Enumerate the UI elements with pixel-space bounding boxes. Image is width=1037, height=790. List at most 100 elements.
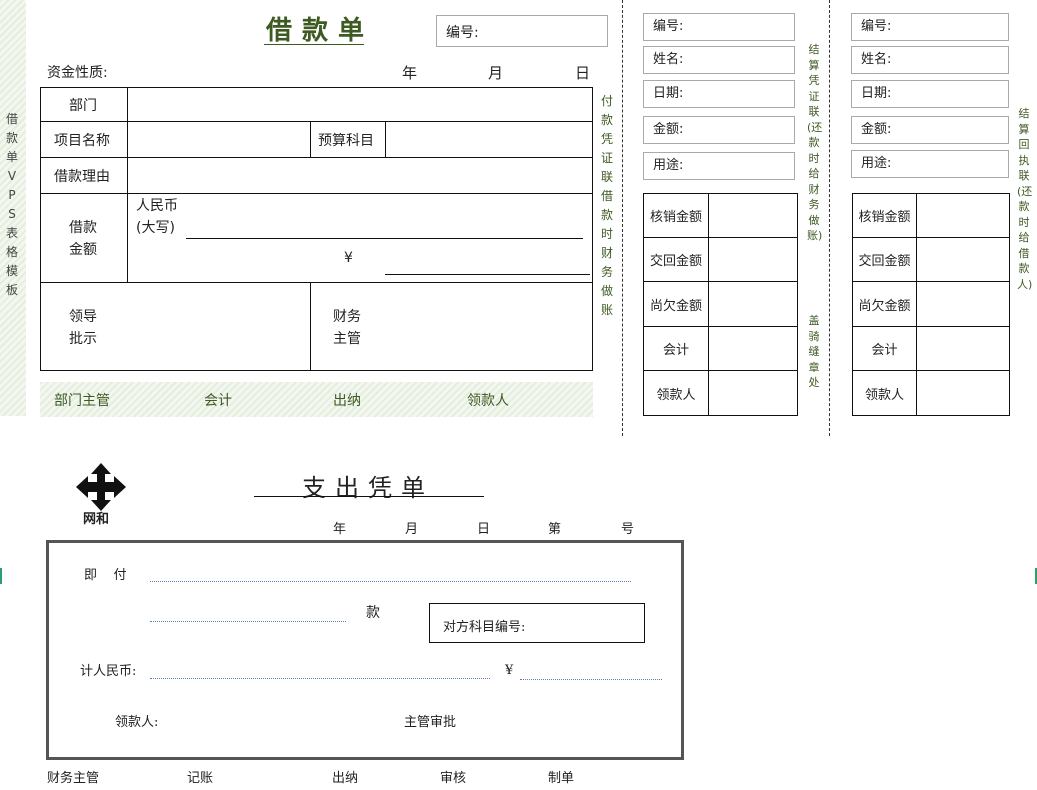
- footer-bookkeeping: 记账: [187, 771, 214, 786]
- receipt-name-field[interactable]: 姓名:: [851, 46, 1009, 74]
- receipt-row-owed-value[interactable]: [916, 281, 1010, 327]
- receipt-row-returned-value[interactable]: [916, 237, 1010, 282]
- receipt-row-returned: 交回金额: [852, 237, 917, 282]
- footer-dept-head: 部门主管: [54, 393, 110, 409]
- receipt-row-accountant-value[interactable]: [916, 326, 1010, 371]
- voucher-side-label-bottom: 盖骑缝章处: [808, 314, 820, 389]
- rmb-caps-label: (大写): [136, 220, 175, 236]
- pay-line[interactable]: [150, 581, 631, 582]
- footer-finance-head: 财务主管: [47, 771, 100, 786]
- move-arrows-logo-icon: [76, 463, 126, 511]
- account-code-label: 对方科目编号:: [443, 620, 526, 635]
- footer-expense-cashier: 出纳: [332, 771, 359, 786]
- receiver-label: 领款人:: [115, 715, 159, 730]
- voucher-row-owed-value[interactable]: [708, 281, 798, 327]
- rmb-caps-line[interactable]: [186, 238, 583, 239]
- reason-field[interactable]: [128, 158, 592, 192]
- kuan-line[interactable]: [150, 621, 346, 622]
- receipt-purpose-field[interactable]: 用途:: [851, 150, 1009, 178]
- finance-label-1: 财务: [333, 309, 361, 325]
- leader-label-1: 领导: [69, 309, 97, 325]
- voucher-stub: 编号: 姓名: 日期: 金额: 用途: 核销金额 交回金额 尚欠金额 会计 领款…: [640, 0, 825, 420]
- loan-form-title: 借款单: [266, 16, 375, 46]
- account-code-box[interactable]: 对方科目编号:: [429, 603, 645, 643]
- expense-date-hao: 号: [621, 522, 635, 537]
- footer-preparer: 制单: [548, 771, 575, 786]
- voucher-date-field[interactable]: 日期:: [643, 80, 795, 108]
- row-divider-3: [40, 193, 593, 194]
- payment-voucher-side-label: 付款凭证联借款时财务做账: [600, 94, 613, 317]
- number-label: 编号:: [446, 25, 479, 41]
- expense-title-underline: [254, 496, 484, 497]
- expense-form: 网和 支出凭单 年 月 日 第 号 即 付 款 对方科目编号: 计人民币: ¥ …: [0, 440, 700, 790]
- receipt-date-field[interactable]: 日期:: [851, 80, 1009, 108]
- perforation-2: [829, 0, 830, 436]
- voucher-row-returned: 交回金额: [643, 237, 709, 282]
- expense-date-month: 月: [405, 522, 419, 537]
- number-box[interactable]: 编号:: [436, 15, 608, 47]
- finance-label-2: 主管: [333, 331, 361, 347]
- rmb-total-line[interactable]: [150, 678, 490, 679]
- loan-footer: [40, 382, 593, 417]
- rmb-total-label: 计人民币:: [80, 664, 137, 679]
- dept-label: 部门: [69, 98, 97, 114]
- voucher-row-accountant-value[interactable]: [708, 326, 798, 371]
- col-divider-budget-1: [310, 121, 311, 157]
- receipt-row-accountant: 会计: [852, 326, 917, 371]
- title-underline: [264, 44, 364, 45]
- receipt-number-field[interactable]: 编号:: [851, 13, 1009, 41]
- receipt-row-writeoff: 核销金额: [852, 193, 917, 238]
- voucher-name-field[interactable]: 姓名:: [643, 46, 795, 74]
- receipt-stub: 编号: 姓名: 日期: 金额: 用途: 核销金额 交回金额 尚欠金额 会计 领款…: [848, 0, 1037, 420]
- perforation-1: [622, 0, 623, 436]
- col-divider-approval: [310, 282, 311, 371]
- budget-label: 预算科目: [318, 133, 374, 149]
- yen-symbol: ¥: [344, 250, 353, 266]
- dept-field[interactable]: [128, 88, 592, 120]
- voucher-purpose-field[interactable]: 用途:: [643, 152, 795, 180]
- receipt-side-label: 结算回执联(还款时给借款人): [1017, 107, 1033, 291]
- budget-field[interactable]: [386, 122, 592, 156]
- date-year: 年: [402, 64, 418, 82]
- receipt-row-owed: 尚欠金额: [852, 281, 917, 327]
- voucher-number-field[interactable]: 编号:: [643, 13, 795, 41]
- project-field[interactable]: [128, 122, 309, 156]
- receipt-amount-field[interactable]: 金额:: [851, 116, 1009, 144]
- receipt-row-receiver: 领款人: [852, 370, 917, 416]
- voucher-row-accountant: 会计: [643, 326, 709, 371]
- voucher-amount-field[interactable]: 金额:: [643, 116, 795, 144]
- voucher-row-writeoff-value[interactable]: [708, 193, 798, 238]
- footer-accountant: 会计: [204, 393, 232, 409]
- expense-form-title: 支出凭单: [302, 474, 434, 502]
- footer-review: 审核: [440, 771, 467, 786]
- footer-cashier: 出纳: [333, 393, 361, 409]
- voucher-row-owed: 尚欠金额: [643, 281, 709, 327]
- approval-label: 主管审批: [404, 715, 457, 730]
- rmb-label: 人民币: [136, 198, 178, 214]
- project-label: 项目名称: [54, 133, 110, 149]
- yen-amount-line[interactable]: [385, 274, 590, 275]
- row-divider-4: [40, 282, 593, 283]
- leader-label-2: 批示: [69, 331, 97, 347]
- voucher-row-receiver-value[interactable]: [708, 370, 798, 416]
- amount-label-1: 借款: [69, 220, 97, 236]
- pay-label: 即 付: [84, 568, 127, 583]
- receipt-row-writeoff-value[interactable]: [916, 193, 1010, 238]
- expense-date-day: 日: [477, 522, 491, 537]
- footer-receiver: 领款人: [467, 393, 509, 409]
- loan-form: 借款单 编号: 资金性质: 年 月 日 部门 项目名称 预算科目 借款理由 借款…: [0, 0, 613, 420]
- expense-yen-symbol: ¥: [505, 663, 514, 678]
- edge-mark-left: [0, 568, 2, 584]
- expense-yen-line[interactable]: [520, 679, 662, 680]
- expense-date-no: 第: [548, 522, 562, 537]
- reason-label: 借款理由: [54, 169, 110, 185]
- receipt-row-receiver-value[interactable]: [916, 370, 1010, 416]
- voucher-side-label-top: 结算凭证联(还款时给财务做账): [807, 43, 823, 242]
- voucher-row-returned-value[interactable]: [708, 237, 798, 282]
- expense-date-year: 年: [333, 522, 347, 537]
- amount-label-2: 金额: [69, 242, 97, 258]
- fund-nature-label: 资金性质:: [47, 65, 108, 81]
- date-day: 日: [575, 64, 591, 82]
- kuan-label: 款: [366, 605, 380, 621]
- logo-text: 网和: [83, 512, 110, 527]
